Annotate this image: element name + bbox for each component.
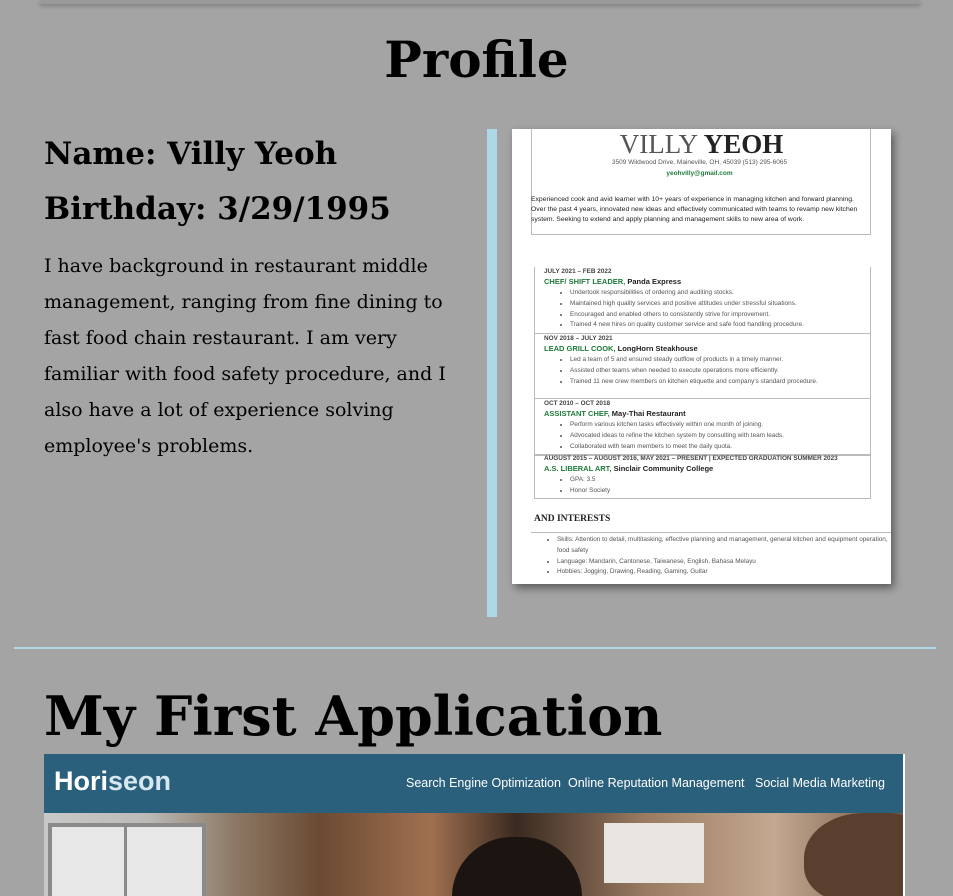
job-bullet: Perform various kitchen tasks effectivel… [570, 420, 864, 431]
job-bullet: Maintained high quality services and pos… [570, 299, 864, 310]
job-bullet: Trained 11 new crew members on kitchen e… [570, 377, 864, 388]
job-company: LongHorn Steakhouse [617, 344, 698, 353]
job-role: ASSISTANT CHEF, [544, 409, 610, 418]
resume-summary: Experienced cook and avid learner with 1… [531, 196, 858, 223]
nav-link-social-media[interactable]: Social Media Marketing [755, 776, 885, 790]
app-logo-main: Hori [54, 766, 108, 796]
resume-first-name: VILLY [619, 129, 697, 159]
job-role: LEAD GRILL COOK, [544, 344, 616, 353]
app-navbar: Horiseon Search Engine Optimization Onli… [44, 754, 903, 813]
nav-link-seo[interactable]: Search Engine Optimization [406, 776, 561, 790]
app-logo[interactable]: Horiseon [54, 766, 171, 797]
resume-email: yeohvilly@gmail.com [666, 170, 733, 177]
resume-education: AUGUST 2015 – AUGUST 2016, MAY 2021 – PR… [544, 455, 864, 497]
section-divider [14, 647, 936, 649]
hero-person-head [452, 837, 582, 896]
education-date: AUGUST 2015 – AUGUST 2016, MAY 2021 – PR… [544, 455, 838, 462]
job-date: JULY 2021 – FEB 2022 [544, 268, 612, 275]
app-hero-image [44, 813, 905, 896]
education-bullets: GPA: 3.5 Honor Society [544, 475, 864, 497]
resume-job: JULY 2021 – FEB 2022 CHEF/ SHIFT LEADER,… [544, 268, 864, 331]
job-bullets: Led a team of 5 and ensured steady outfl… [544, 355, 864, 387]
hero-window-shape [48, 823, 206, 896]
job-bullet: Encouraged and enabled others to consist… [570, 310, 864, 321]
job-company: Panda Express [627, 277, 682, 286]
app-screenshot-edge [903, 754, 905, 896]
education-degree: A.S. LIBERAL ART, [544, 464, 612, 473]
vertical-divider [487, 129, 497, 617]
interest-item: Language: Mandarin, Cantonese, Taiwanese… [557, 557, 891, 568]
profile-bio: I have background in restaurant middle m… [44, 255, 446, 457]
hero-person-hair [804, 813, 905, 896]
education-bullet: GPA: 3.5 [570, 475, 864, 486]
resume-name: VILLY YEOH [512, 129, 891, 160]
job-title: CHEF/ SHIFT LEADER, Panda Express [544, 277, 864, 286]
resume-job: OCT 2010 – OCT 2018 ASSISTANT CHEF, May-… [544, 400, 864, 452]
interests-heading: AND INTERESTS [534, 514, 611, 524]
job-bullets: Perform various kitchen tasks effectivel… [544, 420, 864, 452]
resume-job: NOV 2018 – JULY 2021 LEAD GRILL COOK, Lo… [544, 335, 864, 387]
interest-item: Hobbies: Jogging, Drawing, Reading, Gami… [557, 567, 891, 578]
app-logo-accent: seon [108, 766, 172, 796]
job-bullet: Collaborated with team members to meet t… [570, 442, 864, 453]
top-shade-bar [40, 0, 920, 4]
profile-birthday: Birthday: 3/29/1995 [44, 191, 391, 227]
resume-address: 3509 Wildwood Drive, Maineville, OH, 450… [611, 159, 788, 166]
profile-name: Name: Villy Yeoh [44, 136, 338, 172]
hero-whiteboard-shape [604, 823, 704, 883]
application-screenshot[interactable]: Horiseon Search Engine Optimization Onli… [44, 754, 905, 896]
job-bullet: Advocated ideas to refine the kitchen sy… [570, 431, 864, 442]
job-bullet: Led a team of 5 and ensured steady outfl… [570, 355, 864, 366]
job-date: NOV 2018 – JULY 2021 [544, 335, 613, 342]
resume-image: VILLY YEOH 3509 Wildwood Drive, Mainevil… [512, 129, 891, 584]
job-date: OCT 2010 – OCT 2018 [544, 400, 611, 407]
job-role: CHEF/ SHIFT LEADER, [544, 277, 626, 286]
interests-section: Skills: Attention to detail, multitaskin… [531, 532, 891, 578]
education-bullet: Honor Society [570, 486, 864, 497]
page-title: Profile [384, 30, 569, 89]
interest-item: Skills: Attention to detail, multitaskin… [557, 535, 891, 557]
section-heading-application: My First Application [44, 684, 663, 748]
job-bullet: Trained 4 new hires on quality customer … [570, 320, 864, 331]
job-company: May-Thai Restaurant [611, 409, 686, 418]
education-title: A.S. LIBERAL ART, Sinclair Community Col… [544, 464, 864, 473]
nav-link-reputation[interactable]: Online Reputation Management [568, 776, 745, 790]
job-bullet: Undertook responsibilities of ordering a… [570, 288, 864, 299]
resume-last-name: YEOH [703, 129, 784, 159]
job-title: ASSISTANT CHEF, May-Thai Restaurant [544, 409, 864, 418]
education-school: Sinclair Community College [613, 464, 714, 473]
job-bullet: Assisted other teams when needed to exec… [570, 366, 864, 377]
job-title: LEAD GRILL COOK, LongHorn Steakhouse [544, 344, 864, 353]
interests-list: Skills: Attention to detail, multitaskin… [531, 535, 891, 578]
job-bullets: Undertook responsibilities of ordering a… [544, 288, 864, 331]
